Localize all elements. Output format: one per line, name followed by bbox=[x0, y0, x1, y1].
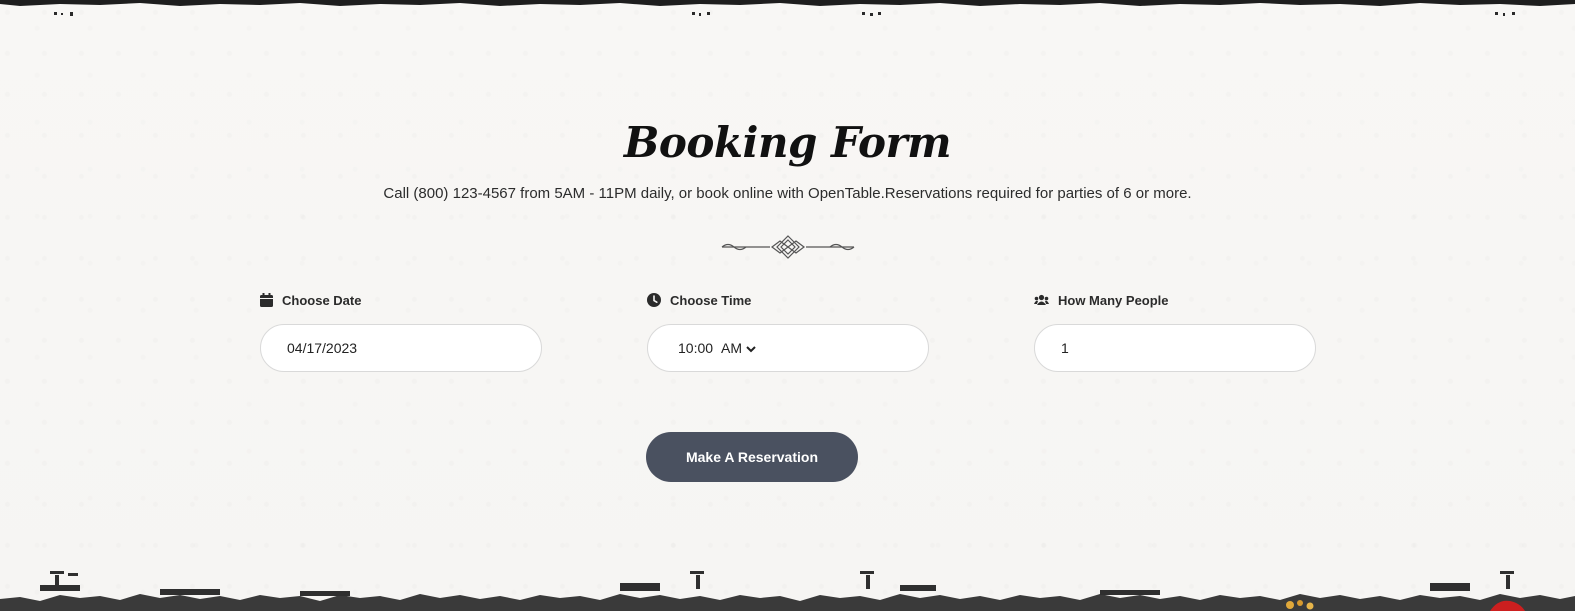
time-label: Choose Time bbox=[670, 292, 752, 308]
ornament-divider bbox=[721, 235, 855, 259]
people-input[interactable]: 1 bbox=[1034, 324, 1316, 372]
calendar-icon bbox=[260, 293, 273, 307]
page-subtitle: Call (800) 123-4567 from 5AM - 11PM dail… bbox=[383, 185, 1192, 202]
clock-icon bbox=[647, 293, 661, 307]
bottom-brush-border bbox=[0, 571, 1575, 611]
date-field-group: Choose Date 04/17/2023 bbox=[260, 290, 542, 372]
page-title: Booking Form bbox=[623, 118, 952, 167]
date-value: 04/17/2023 bbox=[287, 340, 358, 356]
meridiem-select[interactable]: AM bbox=[721, 340, 756, 356]
time-field-group: Choose Time 10:00 AM bbox=[647, 290, 929, 372]
meridiem-value: AM bbox=[721, 340, 743, 356]
chevron-down-icon bbox=[746, 340, 756, 356]
top-brush-border bbox=[0, 0, 1575, 16]
time-value: 10:00 bbox=[678, 340, 714, 356]
make-reservation-button[interactable]: Make A Reservation bbox=[646, 432, 858, 482]
people-label: How Many People bbox=[1058, 292, 1169, 308]
date-input[interactable]: 04/17/2023 bbox=[260, 324, 542, 372]
date-label: Choose Date bbox=[282, 292, 362, 308]
people-value: 1 bbox=[1061, 340, 1069, 356]
time-input[interactable]: 10:00 AM bbox=[647, 324, 929, 372]
people-field-group: How Many People 1 bbox=[1034, 290, 1316, 372]
page-background bbox=[0, 0, 1575, 611]
users-icon bbox=[1034, 294, 1049, 306]
